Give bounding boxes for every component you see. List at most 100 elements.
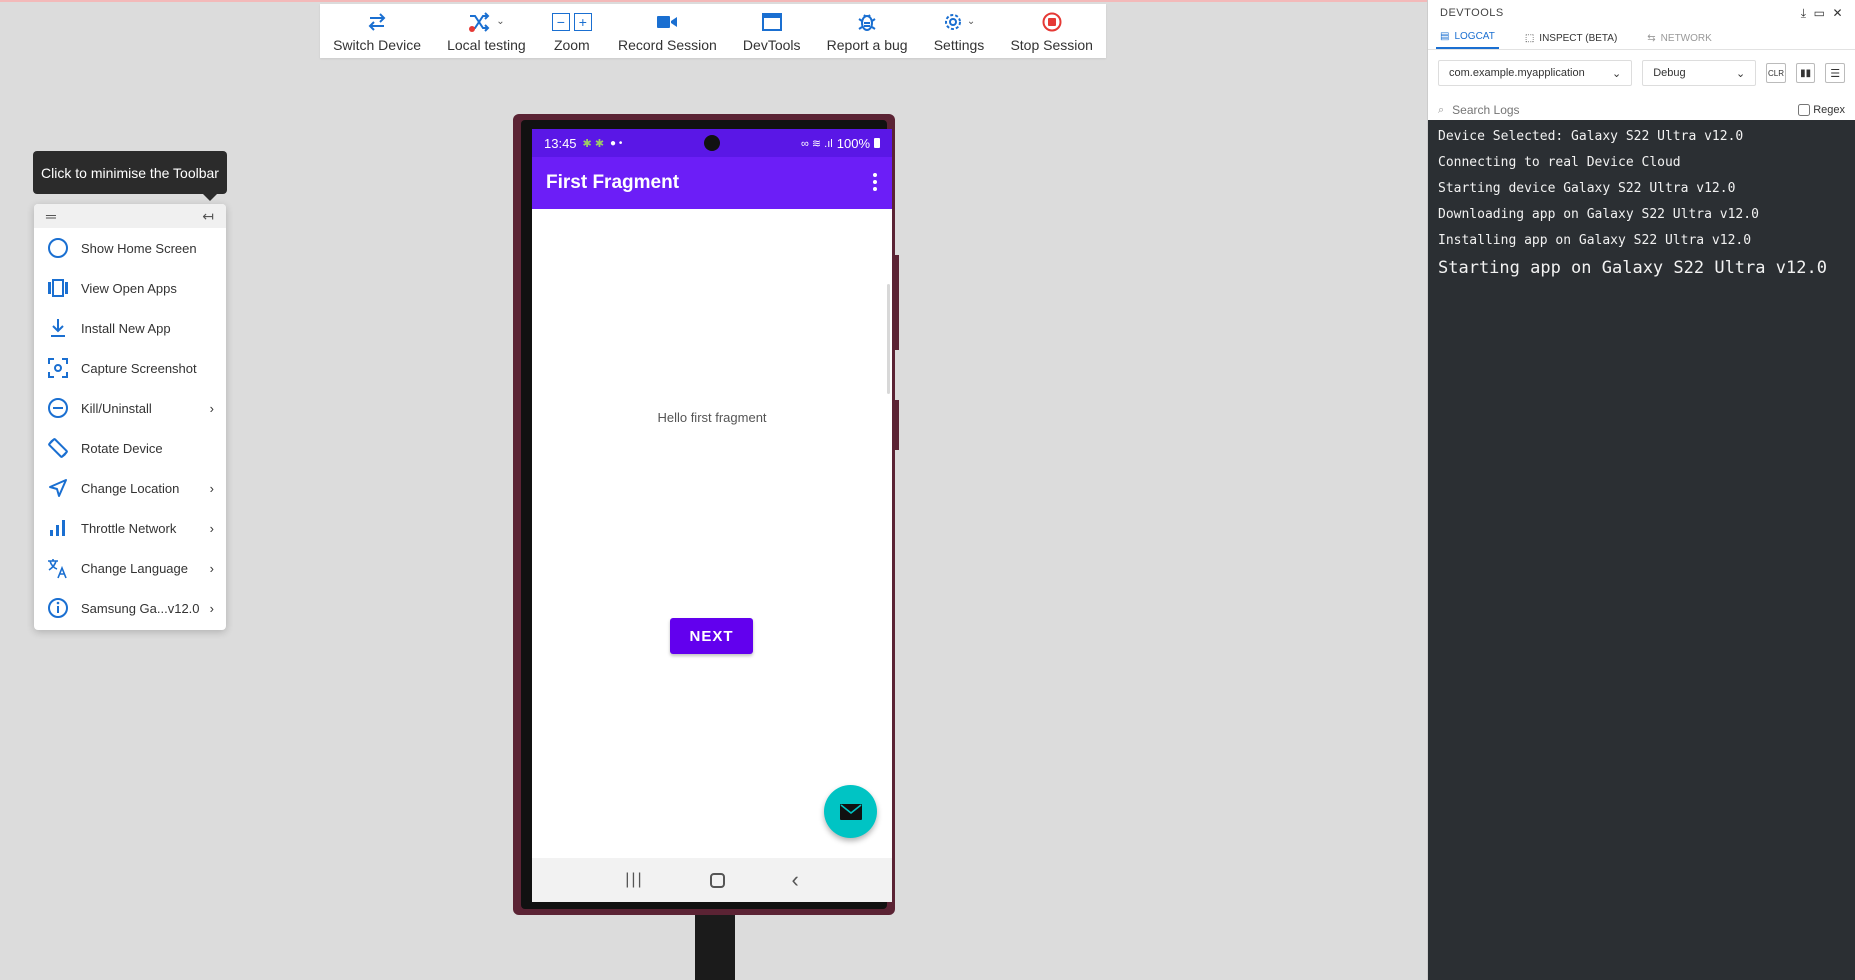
settings-label: Settings — [933, 36, 985, 53]
change-location-item[interactable]: Change Location › — [34, 468, 226, 508]
log-output[interactable]: Device Selected: Galaxy S22 Ultra v12.0 … — [1428, 120, 1855, 980]
gear-icon — [944, 13, 961, 30]
package-select[interactable]: com.example.myapplication ⌄ — [1438, 60, 1633, 86]
tab-logcat[interactable]: ▤ LOGCAT — [1436, 31, 1499, 49]
signal-bars-icon — [50, 520, 65, 536]
tab-network-label: NETWORK — [1660, 33, 1712, 44]
throttle-network-item[interactable]: Throttle Network › — [34, 508, 226, 548]
zoom-in-button[interactable]: + — [573, 12, 592, 31]
chevron-down-icon: ⌄ — [1735, 67, 1746, 80]
report-bug-button[interactable]: Report a bug — [819, 4, 916, 58]
device-frame: 13:45 ✱ ✱ ● • ∞ ≋ .ıl 100% First Fragmen… — [513, 114, 895, 915]
circle-icon — [48, 238, 68, 258]
download-icon — [51, 319, 65, 337]
record-session-button[interactable]: Record Session — [610, 4, 725, 58]
zoom-label: Zoom — [553, 36, 590, 53]
status-indicators: ∞ ≋ .ıl 100% — [801, 136, 880, 151]
search-icon: ⌕ — [1438, 103, 1445, 116]
stop-session-button[interactable]: Stop Session — [1002, 4, 1101, 58]
tab-logcat-label: LOGCAT — [1454, 31, 1495, 42]
tab-inspect[interactable]: ⬚ INSPECT (BETA) — [1521, 33, 1621, 49]
log-line: Starting app on Galaxy S22 Ultra v12.0 — [1438, 258, 1827, 278]
device-side-menu: ═ ↤ Show Home Screen View Open Apps Inst… — [34, 204, 226, 630]
devtools-button[interactable]: DevTools — [735, 4, 809, 58]
battery-level: 100% — [836, 135, 870, 151]
dock-icon[interactable]: ▭ — [1814, 6, 1826, 21]
rotate-device-icon — [48, 438, 68, 458]
device-screen[interactable]: 13:45 ✱ ✱ ● • ∞ ≋ .ıl 100% First Fragmen… — [532, 129, 892, 902]
view-open-apps-label: View Open Apps — [81, 280, 177, 296]
clear-logs-button[interactable]: CLR — [1766, 63, 1786, 83]
devtools-panel: DEVTOOLS ⤓ ▭ ✕ ▤ LOGCAT ⬚ INSPECT (BETA)… — [1427, 0, 1855, 980]
wifi-icon: ∞ ≋ .ıl — [801, 137, 833, 150]
shuffle-icon — [469, 11, 490, 32]
location-arrow-icon — [49, 479, 67, 497]
regex-checkbox[interactable] — [1798, 104, 1811, 116]
chevron-down-icon: ⌄ — [1611, 67, 1622, 80]
fragment-text: Hello first fragment — [657, 410, 767, 425]
home-icon[interactable] — [710, 872, 726, 888]
chevron-right-icon: › — [209, 560, 214, 576]
close-icon[interactable]: ✕ — [1832, 6, 1843, 21]
chevron-down-icon: ⌄ — [496, 16, 505, 27]
search-logs-input[interactable] — [1452, 103, 1791, 117]
screenshot-icon — [48, 358, 68, 378]
log-line: Starting device Galaxy S22 Ultra v12.0 — [1438, 181, 1736, 196]
pause-logs-button[interactable]: ▮▮ — [1795, 63, 1816, 83]
logcat-icon: ▤ — [1440, 31, 1450, 42]
tab-network[interactable]: ⇆ NETWORK — [1643, 33, 1716, 49]
scrollbar[interactable] — [887, 284, 890, 394]
capture-screenshot-label: Capture Screenshot — [81, 360, 197, 376]
drag-handle-icon[interactable]: ═ — [46, 208, 56, 224]
log-level-value: Debug — [1653, 67, 1686, 79]
back-icon[interactable]: ‹ — [791, 867, 798, 893]
usb-cable — [695, 915, 735, 980]
regex-label: Regex — [1813, 104, 1845, 116]
show-home-screen-item[interactable]: Show Home Screen — [34, 228, 226, 268]
email-fab-button[interactable] — [824, 785, 877, 838]
app-bar: First Fragment — [532, 157, 892, 209]
chevron-down-icon: ⌄ — [966, 16, 976, 27]
devtools-label: DevTools — [742, 36, 801, 53]
zoom-out-button[interactable]: − — [551, 12, 570, 31]
network-icon: ⇆ — [1647, 33, 1656, 44]
change-language-item[interactable]: Change Language › — [34, 548, 226, 588]
install-new-app-label: Install New App — [81, 320, 171, 336]
report-bug-label: Report a bug — [826, 36, 908, 53]
chevron-right-icon: › — [209, 480, 214, 496]
device-info-item[interactable]: Samsung Ga...v12.0 › — [34, 588, 226, 628]
stop-icon — [1042, 12, 1062, 31]
regex-option[interactable]: Regex — [1798, 104, 1845, 116]
devtools-title: DEVTOOLS — [1440, 7, 1504, 19]
install-new-app-item[interactable]: Install New App — [34, 308, 226, 348]
devtools-tabs: ▤ LOGCAT ⬚ INSPECT (BETA) ⇆ NETWORK — [1428, 26, 1855, 50]
session-toolbar: Switch Device ⌄ Local testing − + Zoom R… — [320, 4, 1106, 58]
record-session-label: Record Session — [617, 36, 717, 53]
minus-circle-icon — [48, 398, 68, 418]
rotate-device-item[interactable]: Rotate Device — [34, 428, 226, 468]
envelope-icon — [839, 803, 862, 820]
settings-button[interactable]: ⌄ Settings — [926, 4, 993, 58]
kill-uninstall-label: Kill/Uninstall — [81, 400, 152, 416]
device-bezel: 13:45 ✱ ✱ ● • ∞ ≋ .ıl 100% First Fragmen… — [521, 120, 892, 909]
local-testing-button[interactable]: ⌄ Local testing — [439, 4, 534, 58]
log-line: Installing app on Galaxy S22 Ultra v12.0 — [1438, 233, 1752, 248]
wrap-lines-button[interactable]: ☰ — [1825, 63, 1845, 83]
package-select-value: com.example.myapplication — [1449, 67, 1585, 79]
log-level-select[interactable]: Debug ⌄ — [1642, 60, 1757, 86]
switch-device-button[interactable]: Switch Device — [325, 4, 429, 58]
log-filters: com.example.myapplication ⌄ Debug ⌄ CLR … — [1428, 50, 1855, 96]
chevron-right-icon: › — [209, 520, 214, 536]
view-open-apps-item[interactable]: View Open Apps — [34, 268, 226, 308]
overflow-menu-icon[interactable] — [872, 173, 878, 191]
minimise-toolbar-icon[interactable]: ↤ — [202, 208, 214, 225]
next-button[interactable]: NEXT — [670, 618, 753, 654]
download-logs-icon[interactable]: ⤓ — [1801, 6, 1807, 21]
zoom-control: − + Zoom — [544, 4, 600, 58]
status-bar: 13:45 ✱ ✱ ● • ∞ ≋ .ıl 100% — [532, 129, 892, 157]
capture-screenshot-item[interactable]: Capture Screenshot — [34, 348, 226, 388]
recent-apps-icon[interactable]: ||| — [625, 871, 643, 889]
kill-uninstall-item[interactable]: Kill/Uninstall › — [34, 388, 226, 428]
translate-icon — [48, 559, 67, 579]
info-icon — [48, 598, 68, 618]
